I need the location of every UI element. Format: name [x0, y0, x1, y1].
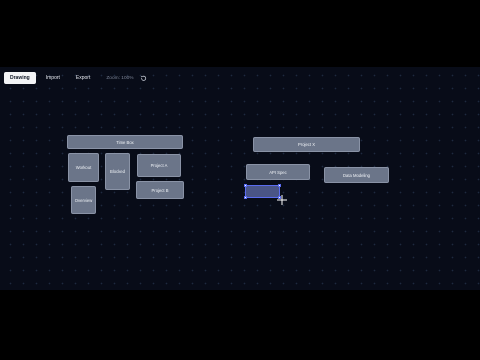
drawing-tab-button[interactable]: Drawing [4, 72, 36, 84]
import-button[interactable]: Import [40, 72, 66, 84]
node-project-a[interactable]: Project A [137, 154, 181, 177]
node-project-b[interactable]: Project B [136, 181, 184, 199]
node-overview[interactable]: Overview [71, 186, 96, 214]
resize-handle-bottom-left[interactable] [244, 196, 247, 199]
node-data-modeling[interactable]: Data Modeling [324, 167, 389, 183]
resize-handle-top-right[interactable] [278, 184, 281, 187]
node-blocked[interactable]: Blocked [105, 153, 130, 190]
node-workout[interactable]: Workout [68, 153, 99, 182]
toolbar: Drawing Import Export Zoom: 100% [4, 72, 148, 84]
node-time-box[interactable]: Time Box [67, 135, 183, 149]
crosshair-cursor-icon [277, 192, 287, 205]
zoom-level: Zoom: 100% [106, 75, 134, 81]
node-project-x[interactable]: Project X [253, 137, 360, 152]
node-api-spec[interactable]: API Spec [246, 164, 310, 180]
export-button[interactable]: Export [70, 72, 96, 84]
node-selected-new[interactable] [244, 184, 281, 199]
resize-handle-top-left[interactable] [244, 184, 247, 187]
rotate-ccw-icon[interactable] [140, 74, 148, 82]
